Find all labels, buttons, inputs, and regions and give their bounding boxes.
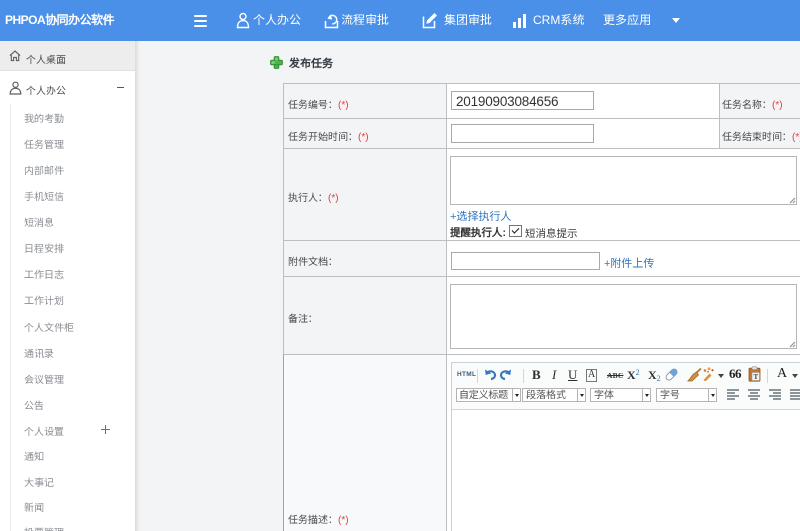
svg-text:T: T: [753, 373, 758, 381]
